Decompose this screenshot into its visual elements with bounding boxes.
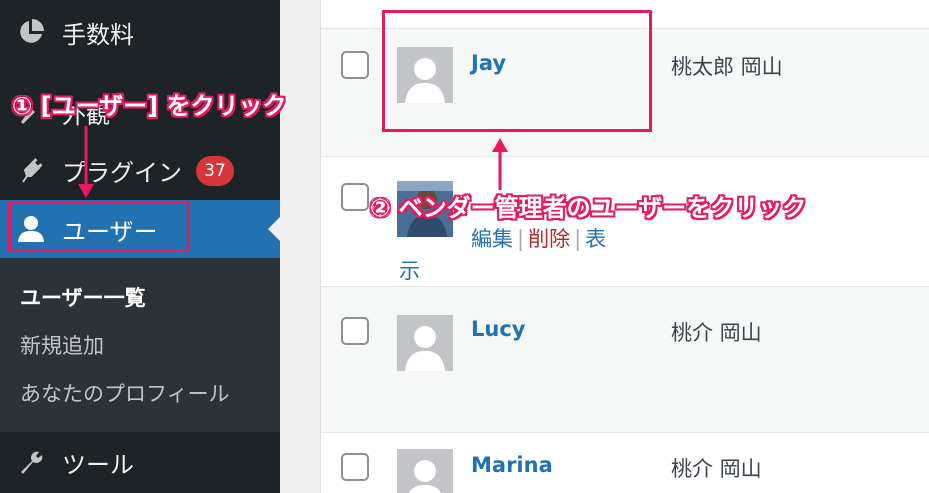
annotation-step-2: ② ベンダー管理者のユーザーをクリック <box>370 194 807 222</box>
annotation-step-1: ① [ユーザー] をクリック <box>12 92 287 120</box>
annotation-arrows <box>78 126 508 198</box>
